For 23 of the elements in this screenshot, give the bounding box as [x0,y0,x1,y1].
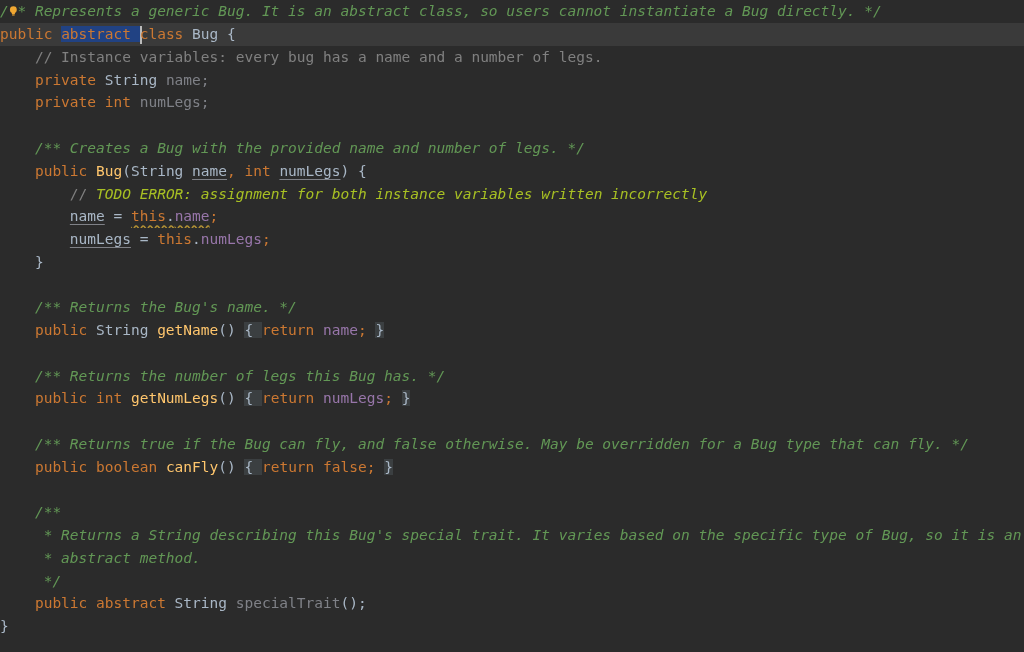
code-line: public Bug(String name, int numLegs) { [33,161,367,181]
code-line: // TODO ERROR: assignment for both instance variables written incorrectly [68,184,708,204]
code-line: * Represents a generic Bug. It is an abstract class, so users cannot instantiate a Bug directly. */ [17,2,882,22]
code-line: } [33,252,44,272]
code-line: public abstract String specialTrait(); [33,594,367,614]
code-line: /** Creates a Bug with the provided name and number of legs. */ [33,138,585,158]
code-line: numLegs = this.numLegs; [68,230,271,250]
code-line: private String name; [33,70,210,90]
code-line: /** [33,503,62,523]
code-line: public int getNumLegs() { return numLegs; } [33,389,411,409]
code-line: // Instance variables: every bug has a name and a number of legs. [33,47,603,67]
code-line: public boolean canFly() { return false; } [33,457,393,477]
code-line: / [0,2,9,22]
code-line: /** Returns the Bug's name. */ [33,298,297,318]
code-line: * Returns a String describing this Bug's special trait. It varies based on the specific type of Bug, so it is an [42,526,1022,545]
code-line: public String getName() { return name; } [33,321,385,341]
code-line: private int numLegs; [33,93,210,113]
code-line: /** Returns the number of legs this Bug has. */ [33,366,446,386]
code-line: name = this.name; [68,207,219,227]
code-line: */ [42,571,62,591]
code-line: } [0,617,9,637]
code-line: * abstract method. [42,548,201,568]
code-line: /** Returns true if the Bug can fly, and false otherwise. May be overridden for a Bug type that can fly. */ [33,434,969,454]
